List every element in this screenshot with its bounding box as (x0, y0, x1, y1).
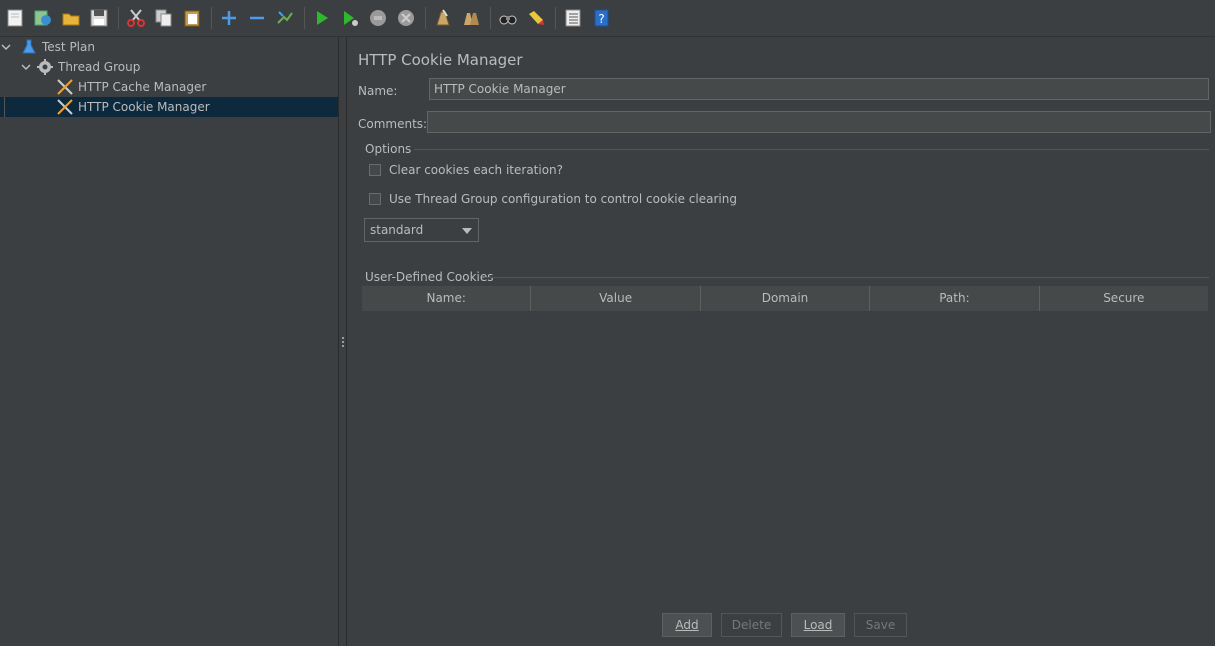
delete-button[interactable]: Delete (721, 613, 782, 637)
toolbar-separator (211, 7, 212, 29)
save-button-label: Save (865, 618, 896, 632)
column-header-secure[interactable]: Secure (1040, 286, 1208, 311)
load-button[interactable]: Load (791, 613, 845, 637)
add-button-label: Add (675, 618, 699, 632)
splitter-grip[interactable] (342, 337, 345, 349)
toolbar-separator (304, 7, 305, 29)
toggle-icon[interactable] (274, 7, 296, 29)
tree-item-label: HTTP Cookie Manager (78, 100, 210, 114)
svg-text:?: ? (598, 12, 604, 26)
clear-cookies-label: Clear cookies each iteration? (389, 163, 564, 177)
chevron-down-icon[interactable] (462, 228, 472, 234)
column-header-value[interactable]: Value (531, 286, 701, 311)
toolbar: ? (0, 0, 1215, 37)
tree-guide-line (4, 97, 5, 117)
templates-icon[interactable] (32, 7, 54, 29)
reset-search-icon[interactable] (525, 7, 547, 29)
gear-icon (36, 58, 54, 76)
chevron-down-icon[interactable] (20, 61, 32, 73)
new-icon[interactable] (4, 7, 26, 29)
cookie-policy-select[interactable]: standard (364, 218, 479, 242)
column-header-path[interactable]: Path: (870, 286, 1040, 311)
clear-all-icon[interactable] (460, 7, 482, 29)
tree-item-http-cache-manager[interactable]: HTTP Cache Manager (56, 77, 206, 97)
page-title: HTTP Cookie Manager (358, 51, 523, 69)
copy-icon[interactable] (153, 7, 175, 29)
column-header-domain[interactable]: Domain (701, 286, 871, 311)
cookie-policy-value: standard (370, 223, 424, 237)
chevron-down-icon[interactable] (0, 41, 12, 53)
collapse-icon[interactable] (246, 7, 268, 29)
options-group-border (414, 149, 1209, 150)
shutdown-icon[interactable] (395, 7, 417, 29)
cookie-buttons: Add Delete Load Save (662, 613, 916, 637)
split-pane-divider[interactable] (338, 37, 347, 646)
cut-icon[interactable] (125, 7, 147, 29)
toolbar-separator (425, 7, 426, 29)
add-button[interactable]: Add (662, 613, 712, 637)
toolbar-separator (490, 7, 491, 29)
thread-group-config-checkbox[interactable] (369, 193, 381, 205)
search-icon[interactable] (497, 7, 519, 29)
toolbar-separator (118, 7, 119, 29)
comments-label: Comments: (358, 117, 428, 131)
test-plan-tree: Test Plan Thread Group HTTP Cache Manage… (0, 37, 338, 646)
save-icon[interactable] (88, 7, 110, 29)
paste-icon[interactable] (181, 7, 203, 29)
open-icon[interactable] (60, 7, 82, 29)
save-button[interactable]: Save (854, 613, 907, 637)
name-field[interactable] (429, 78, 1209, 100)
cookie-manager-panel: HTTP Cookie Manager Name: Comments: Opti… (348, 37, 1215, 646)
clear-cookies-option[interactable]: Clear cookies each iteration? (369, 163, 563, 177)
toolbar-separator (555, 7, 556, 29)
clear-icon[interactable] (432, 7, 454, 29)
tree-item-http-cookie-manager[interactable]: HTTP Cookie Manager (56, 97, 210, 117)
stop-icon[interactable] (367, 7, 389, 29)
column-header-name[interactable]: Name: (362, 286, 532, 311)
name-label: Name: (358, 84, 398, 98)
start-no-pauses-icon[interactable] (339, 7, 361, 29)
cookies-table-header: Name: Value Domain Path: Secure (362, 286, 1208, 311)
load-button-label: Load (803, 618, 833, 632)
start-icon[interactable] (311, 7, 333, 29)
tools-icon (56, 98, 74, 116)
thread-group-config-option[interactable]: Use Thread Group configuration to contro… (369, 192, 737, 206)
comments-field[interactable] (427, 111, 1211, 133)
options-group-title: Options (365, 142, 412, 156)
help-icon[interactable]: ? (590, 7, 612, 29)
tree-item-label: HTTP Cache Manager (78, 80, 207, 94)
function-helper-icon[interactable] (562, 7, 584, 29)
tree-item-label: Thread Group (58, 60, 141, 74)
clear-cookies-checkbox[interactable] (369, 164, 381, 176)
tree-item-label: Test Plan (42, 40, 95, 54)
tree-item-test-plan[interactable]: Test Plan (0, 37, 95, 57)
tools-icon (56, 78, 74, 96)
tree-item-thread-group[interactable]: Thread Group (20, 57, 140, 77)
flask-icon (20, 38, 38, 56)
thread-group-config-label: Use Thread Group configuration to contro… (389, 192, 737, 206)
delete-button-label: Delete (731, 618, 772, 632)
user-defined-cookies-title: User-Defined Cookies (365, 270, 494, 284)
cookies-group-border (484, 277, 1209, 278)
expand-icon[interactable] (218, 7, 240, 29)
